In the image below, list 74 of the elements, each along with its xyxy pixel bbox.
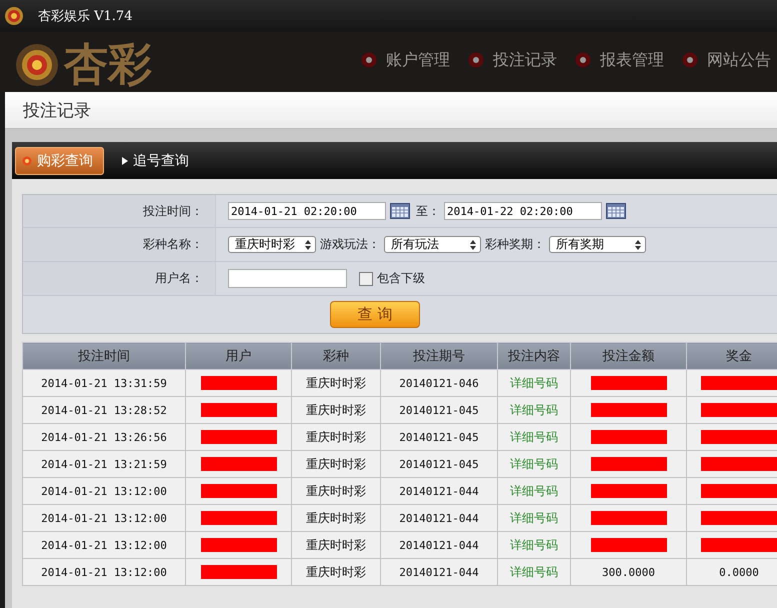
table-cell: 20140121-046 bbox=[380, 370, 498, 396]
table-cell: 2014-01-21 13:28:52 bbox=[22, 396, 186, 424]
field-label: 至： bbox=[416, 202, 440, 220]
column-header: 彩种 bbox=[292, 342, 380, 370]
dropdown[interactable]: 重庆时时彩 bbox=[228, 236, 316, 253]
spinner-arrows-icon bbox=[634, 238, 642, 250]
app-logo-icon bbox=[4, 6, 24, 26]
table-cell: 2014-01-21 13:21:59 bbox=[22, 450, 186, 478]
nav-link[interactable]: 投注记录 bbox=[468, 50, 557, 70]
table-cell: 20140121-044 bbox=[380, 504, 498, 532]
column-header: 投注金额 bbox=[570, 342, 686, 370]
bullet-icon bbox=[361, 52, 377, 68]
field-label: 游戏玩法： bbox=[320, 236, 380, 253]
checkbox[interactable] bbox=[359, 272, 373, 286]
table-cell: 20140121-044 bbox=[380, 532, 498, 558]
table-cell: 20140121-044 bbox=[380, 558, 498, 586]
column-header: 奖金 bbox=[686, 342, 777, 370]
calendar-icon bbox=[606, 203, 626, 219]
table-cell: 重庆时时彩 bbox=[292, 396, 380, 424]
table-cell: 重庆时时彩 bbox=[292, 370, 380, 396]
table-cell: 2014-01-21 13:12:00 bbox=[22, 504, 186, 532]
field-label: 彩种奖期： bbox=[485, 236, 545, 253]
spinner-arrows-icon bbox=[304, 238, 312, 250]
column-header: 投注内容 bbox=[498, 342, 570, 370]
bullet-icon bbox=[468, 52, 484, 68]
checkbox-label: 包含下级 bbox=[377, 270, 425, 287]
table-cell: 重庆时时彩 bbox=[292, 450, 380, 478]
field-label: 用户名： bbox=[155, 270, 203, 287]
column-header: 投注期号 bbox=[380, 342, 498, 370]
dropdown[interactable]: 所有奖期 bbox=[549, 236, 646, 253]
table-cell: 重庆时时彩 bbox=[292, 532, 380, 558]
table-cell: 20140121-045 bbox=[380, 396, 498, 424]
table-cell: 20140121-045 bbox=[380, 450, 498, 478]
field-label: 彩种名称： bbox=[143, 236, 203, 253]
search-button[interactable]: 查 询 bbox=[330, 301, 420, 328]
tab[interactable]: 购彩查询 bbox=[15, 146, 104, 174]
column-header: 投注时间 bbox=[22, 342, 186, 370]
calendar-icon bbox=[390, 203, 410, 219]
spinner-arrows-icon bbox=[469, 238, 477, 250]
username-field[interactable] bbox=[228, 269, 347, 288]
triangle-icon bbox=[122, 156, 128, 166]
table-cell: 2014-01-21 13:26:56 bbox=[22, 424, 186, 450]
nav-label: 账户管理 bbox=[386, 50, 450, 70]
table-cell: 20140121-044 bbox=[380, 478, 498, 504]
table-cell: 0.0000 bbox=[719, 566, 759, 578]
page-title: 投注记录 bbox=[23, 100, 91, 122]
table-cell: 重庆时时彩 bbox=[292, 504, 380, 532]
date-field[interactable]: 2014-01-22 02:20:00 bbox=[444, 202, 602, 220]
table-cell: 重庆时时彩 bbox=[292, 478, 380, 504]
table-cell: 2014-01-21 13:12:00 bbox=[22, 558, 186, 586]
bullet-icon bbox=[682, 52, 698, 68]
nav-label: 网站公告 bbox=[707, 50, 771, 70]
table-cell: 20140121-045 bbox=[380, 424, 498, 450]
dropdown[interactable]: 所有玩法 bbox=[384, 236, 481, 253]
nav-link[interactable]: 网站公告 bbox=[682, 50, 771, 70]
flower-icon bbox=[22, 156, 32, 166]
tab[interactable]: 追号查询 bbox=[114, 148, 197, 174]
logo-emblem-icon bbox=[14, 42, 60, 88]
table-cell: 300.0000 bbox=[602, 566, 655, 578]
nav-link[interactable]: 报表管理 bbox=[575, 50, 664, 70]
date-field[interactable]: 2014-01-21 02:20:00 bbox=[228, 202, 386, 220]
logo-text: 杏彩 bbox=[64, 41, 152, 89]
column-header: 用户 bbox=[186, 342, 292, 370]
table-cell: 2014-01-21 13:12:00 bbox=[22, 478, 186, 504]
bullet-icon bbox=[575, 52, 591, 68]
table-cell: 2014-01-21 13:12:00 bbox=[22, 532, 186, 558]
table-cell: 2014-01-21 13:31:59 bbox=[22, 370, 186, 396]
nav-label: 投注记录 bbox=[493, 50, 557, 70]
nav-link[interactable]: 账户管理 bbox=[361, 50, 450, 70]
window-title: 杏彩娱乐 V1.74 bbox=[38, 8, 132, 25]
table-cell: 重庆时时彩 bbox=[292, 558, 380, 586]
nav-label: 报表管理 bbox=[600, 50, 664, 70]
table-cell: 重庆时时彩 bbox=[292, 424, 380, 450]
field-label: 投注时间： bbox=[143, 202, 203, 220]
